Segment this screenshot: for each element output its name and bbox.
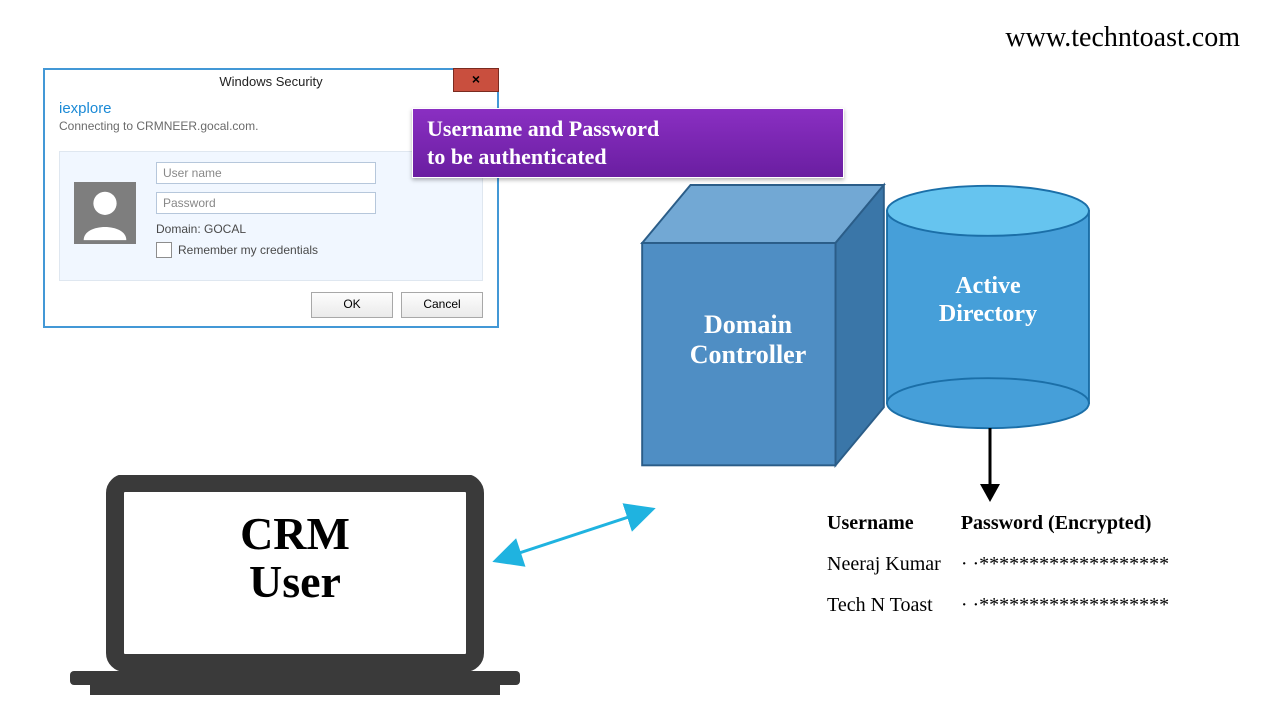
domain-controller-label-2: Controller — [638, 340, 858, 370]
active-directory-label-1: Active — [878, 272, 1098, 300]
close-icon: × — [472, 71, 480, 87]
table-col-username: Username — [827, 504, 959, 543]
active-directory-shape: Active Directory — [878, 182, 1098, 432]
credentials-table: Username Password (Encrypted) Neeraj Kum… — [825, 502, 1189, 627]
password-input[interactable]: Password — [156, 192, 376, 214]
username-input[interactable]: User name — [156, 162, 376, 184]
remember-credentials-label: Remember my credentials — [178, 243, 318, 257]
crm-user-label-1: CRM — [135, 510, 455, 558]
table-cell-pwd: · ·******************* — [961, 545, 1187, 584]
dialog-title: Windows Security — [219, 74, 322, 89]
table-cell-user: Neeraj Kumar — [827, 545, 959, 584]
directory-to-table-arrow-icon — [978, 428, 1002, 504]
website-watermark: www.techntoast.com — [1005, 22, 1240, 54]
active-directory-label-2: Directory — [878, 300, 1098, 328]
dialog-titlebar: Windows Security × — [45, 70, 497, 94]
remember-credentials-checkbox[interactable] — [156, 242, 172, 258]
callout-line2: to be authenticated — [427, 143, 829, 171]
close-button[interactable]: × — [453, 68, 499, 92]
ok-button[interactable]: OK — [311, 292, 393, 318]
user-to-dc-arrow-icon — [490, 502, 660, 572]
crm-user-label: CRM User — [135, 510, 455, 606]
callout-line1: Username and Password — [427, 115, 829, 143]
table-col-password: Password (Encrypted) — [961, 504, 1187, 543]
cancel-button[interactable]: Cancel — [401, 292, 483, 318]
table-cell-user: Tech N Toast — [827, 586, 959, 625]
auth-callout: Username and Password to be authenticate… — [412, 108, 844, 178]
domain-controller-label-1: Domain — [638, 310, 858, 340]
table-row: Neeraj Kumar · ·******************* — [827, 545, 1187, 584]
table-cell-pwd: · ·******************* — [961, 586, 1187, 625]
user-avatar-icon — [74, 182, 136, 244]
windows-security-dialog: Windows Security × iexplore Connecting t… — [43, 68, 499, 328]
crm-user-label-2: User — [135, 558, 455, 606]
domain-label: Domain: GOCAL — [156, 222, 470, 236]
remember-credentials-row: Remember my credentials — [156, 242, 470, 258]
table-row: Tech N Toast · ·******************* — [827, 586, 1187, 625]
domain-controller-shape: Domain Controller — [638, 185, 888, 475]
